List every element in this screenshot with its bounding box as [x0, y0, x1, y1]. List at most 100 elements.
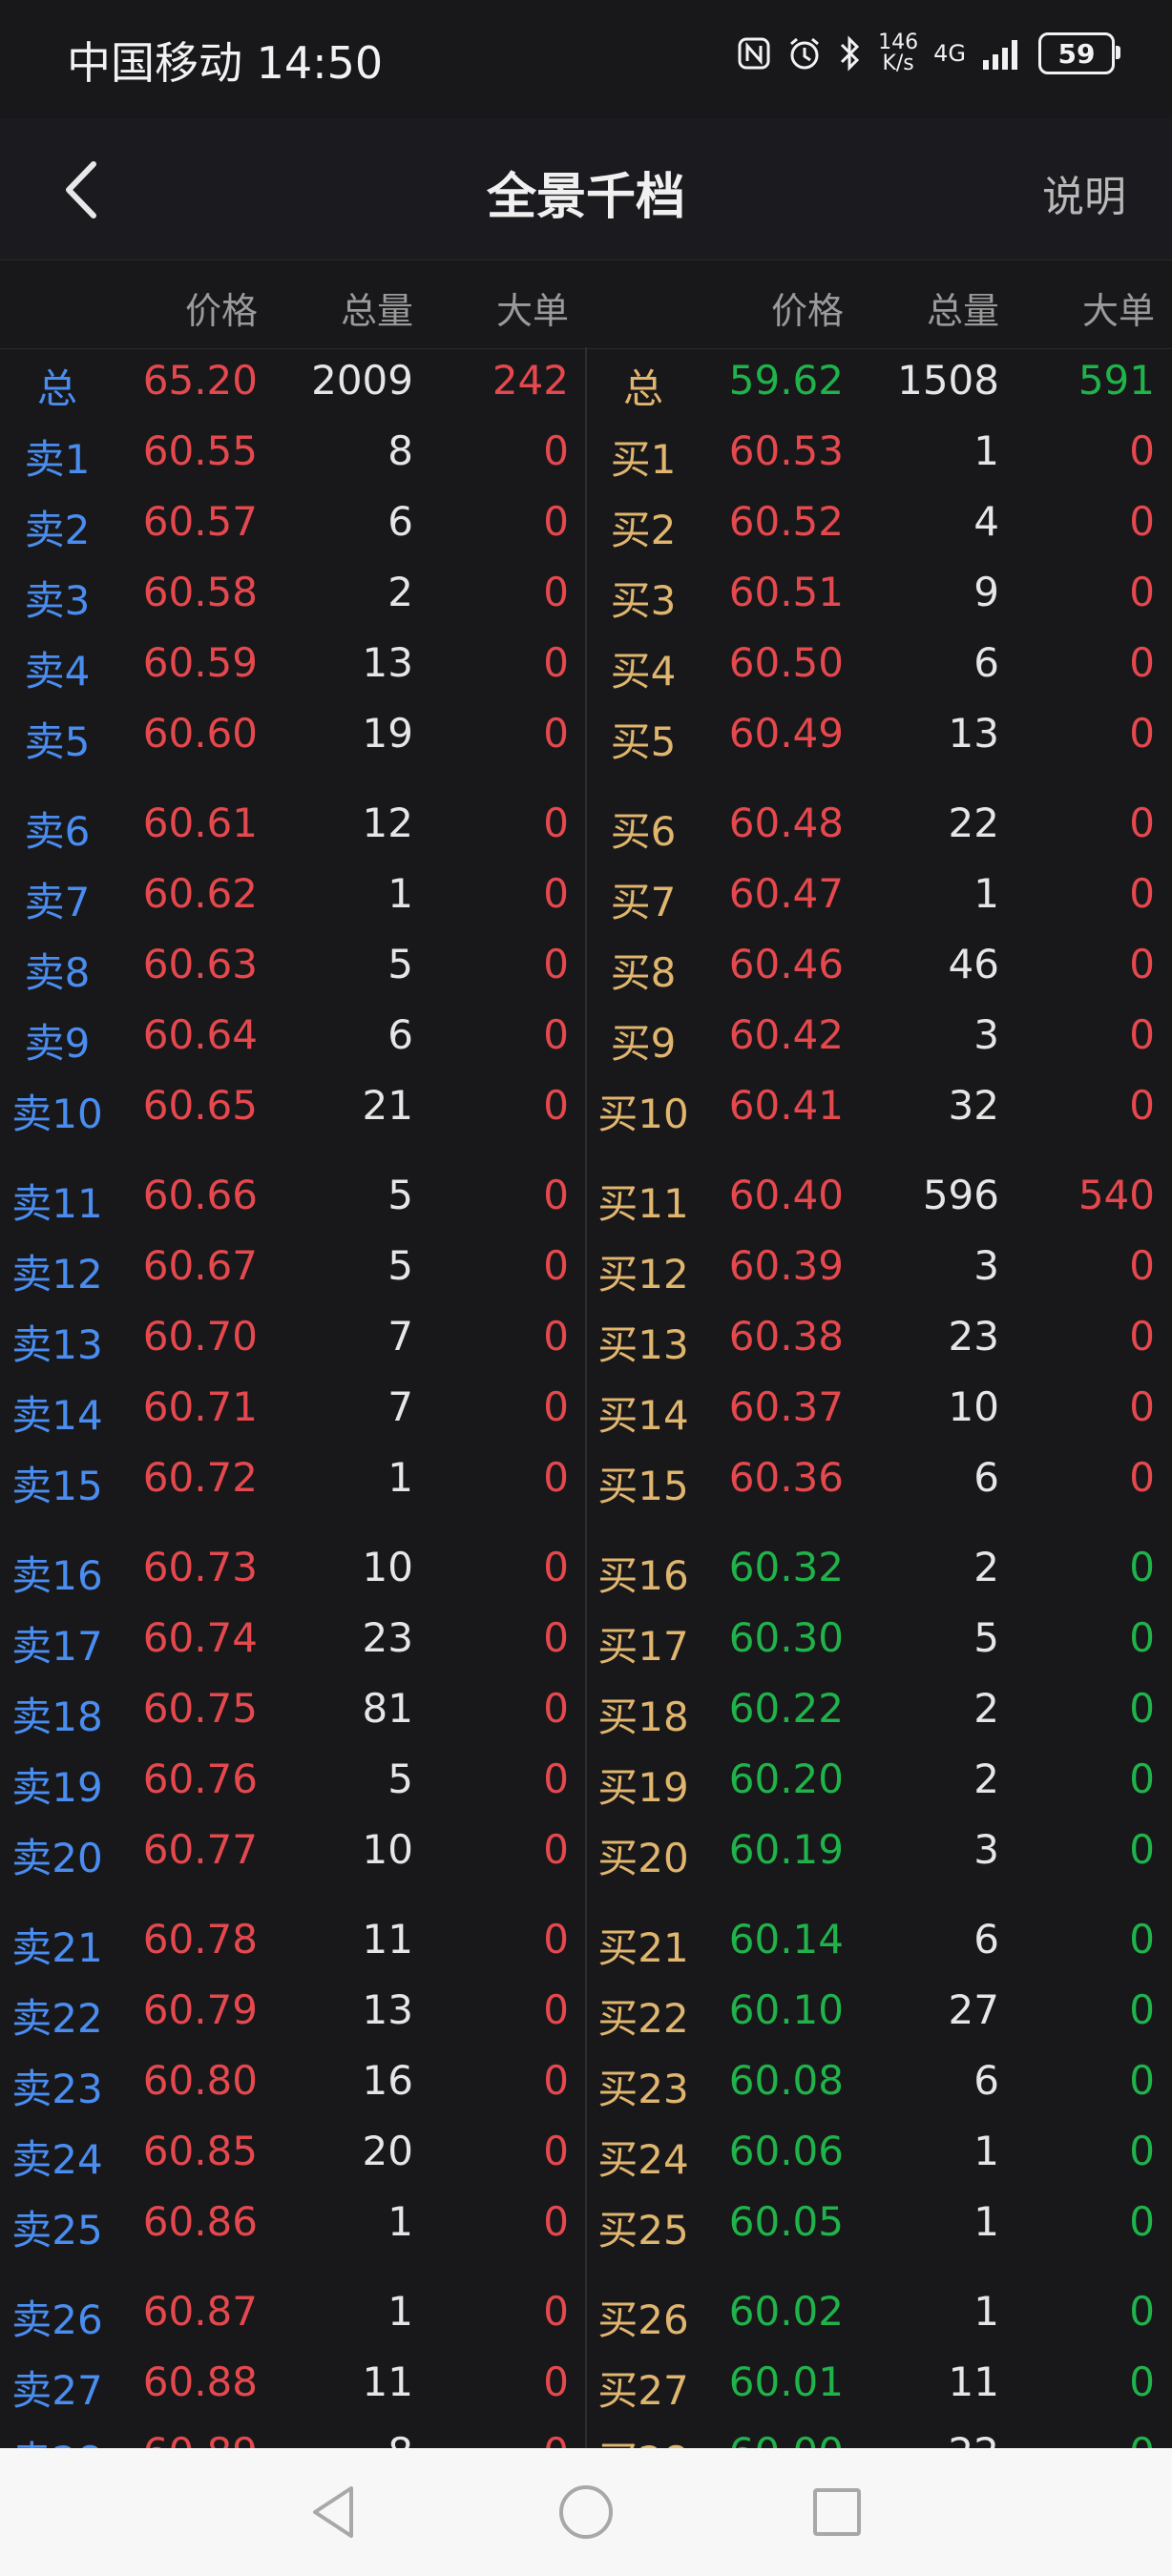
bid-total-volume: 1	[973, 2288, 999, 2335]
depth-row[interactable]: 卖21 60.78 11 0 买21 60.14 6 0	[0, 1906, 1172, 1977]
recents-icon[interactable]	[806, 2481, 869, 2544]
bid-big-order: 591	[1078, 357, 1155, 404]
bid-level-label: 买16	[597, 1552, 689, 1599]
depth-row[interactable]: 卖18 60.75 81 0 买18 60.22 2 0	[0, 1675, 1172, 1746]
bid-level-label: 买14	[597, 1392, 689, 1439]
net-speed-unit: K/s	[882, 52, 914, 75]
depth-row[interactable]: 卖1 60.55 8 0 买1 60.53 1 0	[0, 418, 1172, 488]
ask-total-volume: 1	[387, 2288, 413, 2335]
ask-price: 60.57	[142, 498, 258, 545]
ask-level-label: 卖12	[11, 1251, 103, 1298]
ask-total-volume: 7	[387, 1383, 413, 1430]
bid-price: 60.05	[728, 2198, 844, 2245]
ask-total-volume: 1	[387, 870, 413, 917]
depth-row[interactable]: 卖4 60.59 13 0 买4 60.50 6 0	[0, 630, 1172, 700]
bid-level-label: 买24	[597, 2136, 689, 2183]
ask-price: 60.59	[142, 639, 258, 686]
bid-price: 60.47	[728, 870, 844, 917]
depth-row[interactable]: 卖3 60.58 2 0 买3 60.51 9 0	[0, 559, 1172, 630]
header-bid-total: 总量	[926, 290, 999, 332]
home-icon[interactable]	[555, 2481, 617, 2544]
depth-row[interactable]: 卖7 60.62 1 0 买7 60.47 1 0	[0, 861, 1172, 931]
back-icon[interactable]	[303, 2481, 366, 2544]
bid-price: 60.39	[728, 1242, 844, 1289]
bid-level-label: 买27	[597, 2367, 689, 2414]
bid-price: 60.48	[728, 800, 844, 846]
depth-row[interactable]: 卖17 60.74 23 0 买17 60.30 5 0	[0, 1605, 1172, 1675]
bid-price: 60.14	[728, 1916, 844, 1963]
bid-total-volume: 2	[973, 1755, 999, 1802]
ask-level-label: 卖23	[11, 2066, 103, 2112]
ask-big-order: 0	[543, 1826, 569, 1873]
ask-total-volume: 13	[362, 1986, 413, 2033]
summary-row[interactable]: 总 65.20 2009 242 总 59.62 1508 591	[0, 347, 1172, 418]
bid-big-order: 0	[1129, 498, 1155, 545]
nfc-icon	[737, 36, 771, 71]
bid-price: 60.08	[728, 2057, 844, 2104]
ask-price: 60.63	[142, 941, 258, 987]
bid-big-order: 0	[1129, 1916, 1155, 1963]
ask-total-volume: 1	[387, 2198, 413, 2245]
depth-row[interactable]: 卖26 60.87 1 0 买26 60.02 1 0	[0, 2278, 1172, 2349]
bid-total-volume: 6	[973, 1454, 999, 1501]
depth-row[interactable]: 卖12 60.67 5 0 买12 60.39 3 0	[0, 1233, 1172, 1303]
ask-total-volume: 1	[387, 1454, 413, 1501]
depth-row[interactable]: 卖5 60.60 19 0 买5 60.49 13 0	[0, 700, 1172, 771]
ask-total-volume: 11	[362, 1916, 413, 1963]
depth-row[interactable]: 卖28 60.89 8 0 买28 60.00 22 0	[0, 2420, 1172, 2448]
depth-row[interactable]: 卖22 60.79 13 0 买22 60.10 27 0	[0, 1977, 1172, 2047]
bid-price: 60.38	[728, 1313, 844, 1360]
bid-level-label: 买4	[610, 648, 677, 695]
bid-price: 60.06	[728, 2128, 844, 2174]
bid-big-order: 0	[1129, 2358, 1155, 2405]
order-book[interactable]: 总 65.20 2009 242 总 59.62 1508 591 卖1 60.55 8 0 买1 60.…	[0, 347, 1172, 2448]
ask-total-volume: 5	[387, 1755, 413, 1802]
depth-row[interactable]: 卖9 60.64 6 0 买9 60.42 3 0	[0, 1002, 1172, 1072]
depth-row[interactable]: 卖11 60.66 5 0 买11 60.40 596 540	[0, 1162, 1172, 1233]
depth-row[interactable]: 卖15 60.72 1 0 买15 60.36 6 0	[0, 1444, 1172, 1515]
depth-row[interactable]: 卖10 60.65 21 0 买10 60.41 32 0	[0, 1072, 1172, 1143]
bid-big-order: 0	[1129, 1011, 1155, 1058]
depth-row[interactable]: 卖13 60.70 7 0 买13 60.38 23 0	[0, 1303, 1172, 1374]
depth-row[interactable]: 卖8 60.63 5 0 买8 60.46 46 0	[0, 931, 1172, 1002]
bid-big-order: 0	[1129, 1082, 1155, 1129]
bid-big-order: 0	[1129, 2429, 1155, 2448]
android-nav-bar	[0, 2448, 1172, 2576]
bid-big-order: 0	[1129, 1614, 1155, 1661]
bid-price: 60.01	[728, 2358, 844, 2405]
ask-level-label: 卖25	[11, 2207, 103, 2254]
ask-price: 60.74	[142, 1614, 258, 1661]
bid-level-label: 买23	[597, 2066, 689, 2112]
bid-level-label: 买6	[610, 808, 677, 855]
ask-level-label: 卖2	[24, 507, 91, 553]
bid-total-volume: 1	[973, 2128, 999, 2174]
ask-level-label: 卖27	[11, 2367, 103, 2414]
bid-total-volume: 22	[948, 800, 999, 846]
depth-row[interactable]: 卖20 60.77 10 0 买20 60.19 3 0	[0, 1817, 1172, 1887]
depth-row[interactable]: 卖6 60.61 12 0 买6 60.48 22 0	[0, 790, 1172, 861]
ask-big-order: 0	[543, 1755, 569, 1802]
bid-level-label: 买17	[597, 1623, 689, 1670]
ask-level-label: 卖1	[24, 436, 91, 483]
bid-total-volume: 22	[949, 2429, 999, 2448]
depth-row[interactable]: 卖14 60.71 7 0 买14 60.37 10 0	[0, 1374, 1172, 1444]
depth-row[interactable]: 卖23 60.80 16 0 买23 60.08 6 0	[0, 2047, 1172, 2118]
bid-total-volume: 1	[973, 2198, 999, 2245]
ask-big-order: 0	[543, 710, 569, 757]
ask-big-order: 0	[543, 2198, 569, 2245]
ask-total-volume: 8	[387, 427, 413, 474]
depth-row[interactable]: 卖24 60.85 20 0 买24 60.06 1 0	[0, 2118, 1172, 2189]
ask-level-label: 卖13	[11, 1321, 103, 1368]
depth-row[interactable]: 卖27 60.88 11 0 买27 60.01 11 0	[0, 2349, 1172, 2420]
bid-level-label: 买22	[597, 1995, 689, 2042]
depth-row[interactable]: 卖2 60.57 6 0 买2 60.52 4 0	[0, 488, 1172, 559]
bid-level-label: 买10	[597, 1091, 689, 1137]
depth-row[interactable]: 卖19 60.76 5 0 买19 60.20 2 0	[0, 1746, 1172, 1817]
explain-button[interactable]: 说明	[1042, 162, 1126, 223]
depth-row[interactable]: 卖16 60.73 10 0 买16 60.32 2 0	[0, 1534, 1172, 1605]
ask-total-volume: 5	[387, 1172, 413, 1218]
bid-total-volume: 10	[948, 1383, 999, 1430]
depth-row[interactable]: 卖25 60.86 1 0 买25 60.05 1 0	[0, 2189, 1172, 2259]
header-bid-price: 价格	[770, 290, 844, 332]
ask-big-order: 0	[543, 1011, 569, 1058]
